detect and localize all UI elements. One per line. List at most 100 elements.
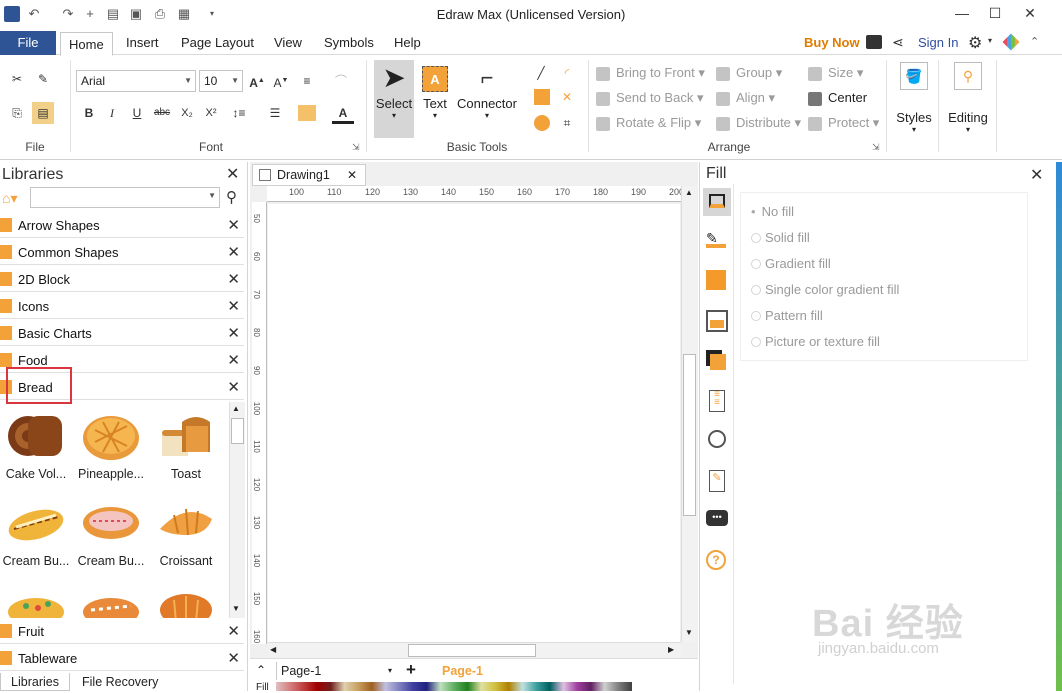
fill-option-single-color-gradient[interactable]: Single color gradient fill [751,282,899,297]
document-tab-icon[interactable]: ≡ ≡ [709,390,725,412]
close-icon[interactable]: ✕ [227,622,240,640]
chevron-up-icon[interactable]: ▲ [232,404,240,413]
close-icon[interactable]: ✕ [227,649,240,667]
highlight-icon[interactable] [298,105,316,121]
search-icon[interactable]: ⚲ [226,188,237,206]
close-icon[interactable]: ✕ [1030,165,1043,185]
menu-help[interactable]: Help [386,31,429,55]
font-dialog-launcher-icon[interactable]: ⇲ [352,142,360,153]
shadow-tab-icon[interactable] [706,270,726,290]
shape-roll-bread[interactable] [150,586,222,618]
maximize-button[interactable]: ☐ [985,4,1005,22]
scroll-thumb[interactable] [683,354,696,516]
close-icon[interactable]: ✕ [227,216,240,234]
library-item-basic-charts[interactable]: Basic Charts ✕ [0,322,244,346]
chevron-up-icon[interactable]: ⌃ [256,663,266,677]
styles-button[interactable]: 🪣 Styles ▾ [894,62,934,134]
library-item-fruit[interactable]: Fruit ✕ [0,620,244,644]
line-tab-icon[interactable]: ✎ [706,230,728,252]
copy-icon[interactable]: ⎘ [6,102,28,124]
close-icon[interactable]: ✕ [227,324,240,342]
comment-icon[interactable]: ••• [706,510,728,526]
arrange-dialog-launcher-icon[interactable]: ⇲ [872,142,880,153]
drawing-page[interactable] [268,204,680,644]
sign-in-link[interactable]: Sign In [918,35,958,50]
note-icon[interactable]: ✎ [709,470,725,492]
font-color-icon[interactable]: A [332,102,354,124]
line-spacing-icon[interactable]: ↕≡ [228,102,250,124]
vertical-scrollbar[interactable]: ▲ ▼ [681,186,697,642]
tab-file-recovery[interactable]: File Recovery [82,673,158,691]
menu-symbols[interactable]: Symbols [316,31,382,55]
library-item-tableware[interactable]: Tableware ✕ [0,647,244,671]
library-search-input[interactable]: ▼ [30,187,220,208]
close-icon[interactable]: ✕ [227,378,240,396]
buy-now-link[interactable]: Buy Now [804,35,860,50]
font-size-select[interactable]: 10 ▼ [199,70,243,92]
shape-pizza-bread[interactable] [0,586,72,618]
scroll-thumb[interactable] [408,644,536,657]
chevron-down-icon[interactable]: ▼ [685,628,693,637]
collapse-ribbon-icon[interactable]: ⌃ [1030,35,1039,48]
align-button[interactable]: Align ▾ [716,89,775,107]
crop-tool-icon[interactable]: ⌗ [556,112,578,134]
shape-cream-bun-2[interactable]: Cream Bu... [75,499,147,568]
ellipse-tool-icon[interactable] [534,115,550,131]
shape-toast[interactable]: Toast [150,412,222,481]
bold-icon[interactable]: B [78,102,100,124]
close-icon[interactable]: ✕ [227,270,240,288]
bullets-icon[interactable]: ☰ [264,102,286,124]
shape-cream-bun-1[interactable]: Cream Bu... [0,499,72,568]
library-item-common-shapes[interactable]: Common Shapes ✕ [0,241,244,265]
fill-option-pattern[interactable]: Pattern fill [751,308,823,323]
page-select[interactable]: Page-1 ▾ [276,662,396,680]
cross-tool-icon[interactable]: ✕ [556,86,578,108]
connector-button[interactable]: ⌐ Connector ▾ [456,60,518,120]
shape-pineapple-bun[interactable]: Pineapple... [75,412,147,481]
menu-insert[interactable]: Insert [118,31,167,55]
menu-file[interactable]: File [0,31,56,55]
group-button[interactable]: Group ▾ [716,64,782,82]
center-button[interactable]: Center [808,89,867,107]
protect-button[interactable]: Protect ▾ [808,114,879,132]
account-icon[interactable] [866,35,882,49]
menu-view[interactable]: View [266,31,310,55]
menu-home[interactable]: Home [60,32,113,56]
text-button[interactable]: A Text ▾ [418,60,452,120]
minimize-button[interactable]: — [952,4,972,22]
fill-tab-icon[interactable] [703,188,731,216]
text-path-icon[interactable]: ⌒ [330,70,352,92]
fill-option-solid[interactable]: Solid fill [751,230,810,245]
distribute-button[interactable]: Distribute ▾ [716,114,801,132]
chevron-down-icon[interactable]: ▼ [232,604,240,613]
page-tab[interactable]: Page-1 [442,664,483,678]
shape-sausage-bun[interactable] [75,586,147,618]
share-icon[interactable]: ⋖ [892,34,904,51]
library-item-2d-block[interactable]: 2D Block ✕ [0,268,244,292]
line-tool-icon[interactable]: ╱ [530,62,552,84]
grow-font-icon[interactable]: A▲ [246,70,268,92]
fill-option-no-fill[interactable]: • No fill [751,204,794,219]
help-icon[interactable]: ? [706,550,726,570]
scroll-thumb[interactable] [231,418,244,444]
fill-option-picture-texture[interactable]: Picture or texture fill [751,334,880,349]
tab-drawing1[interactable]: Drawing1 ✕ [252,164,366,186]
bring-to-front-button[interactable]: Bring to Front ▾ [596,64,705,82]
send-to-back-button[interactable]: Send to Back ▾ [596,89,703,107]
image-tab-icon[interactable] [706,310,728,332]
shape-croissant[interactable]: Croissant [150,499,222,568]
close-icon[interactable]: ✕ [227,297,240,315]
library-item-arrow-shapes[interactable]: Arrow Shapes ✕ [0,214,244,238]
menu-page-layout[interactable]: Page Layout [173,31,262,55]
add-page-icon[interactable]: + [406,660,416,680]
editing-button[interactable]: ⚲ Editing ▾ [946,62,990,134]
superscript-icon[interactable]: X² [200,102,222,124]
fill-option-gradient[interactable]: Gradient fill [751,256,831,271]
color-palette[interactable] [276,682,632,691]
chevron-left-icon[interactable]: ◀ [270,645,276,654]
close-icon[interactable]: ✕ [227,351,240,369]
library-item-icons[interactable]: Icons ✕ [0,295,244,319]
settings-dropdown-icon[interactable]: ▾ [988,36,992,45]
tab-libraries[interactable]: Libraries [0,673,70,691]
italic-icon[interactable]: I [101,102,123,124]
